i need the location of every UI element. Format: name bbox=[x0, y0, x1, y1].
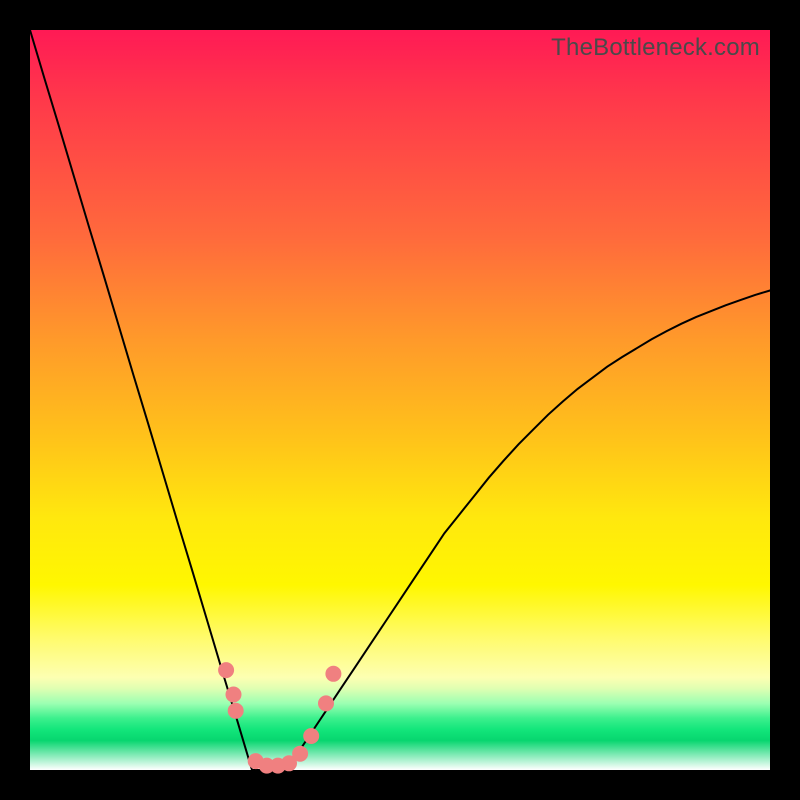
data-marker bbox=[219, 663, 234, 678]
data-marker bbox=[304, 729, 319, 744]
curve-layer bbox=[30, 30, 770, 770]
chart-frame: TheBottleneck.com bbox=[0, 0, 800, 800]
data-marker bbox=[293, 746, 308, 761]
data-marker bbox=[228, 703, 243, 718]
marker-group bbox=[219, 663, 341, 774]
data-marker bbox=[326, 666, 341, 681]
data-marker bbox=[226, 687, 241, 702]
curve-right bbox=[267, 291, 770, 771]
data-marker bbox=[319, 696, 334, 711]
plot-area: TheBottleneck.com bbox=[30, 30, 770, 770]
curve-left bbox=[30, 30, 267, 770]
